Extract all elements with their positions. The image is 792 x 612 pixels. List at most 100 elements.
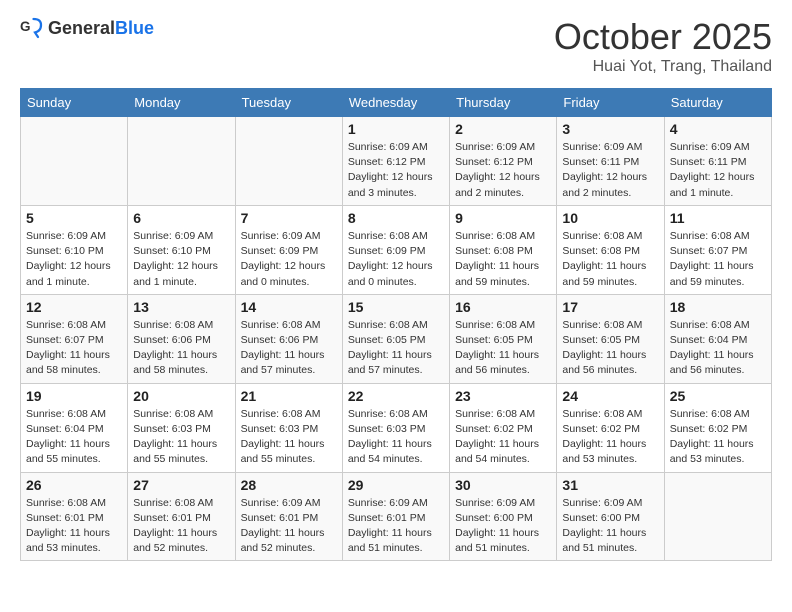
- day-number: 13: [133, 299, 229, 315]
- day-info: Sunrise: 6:09 AMSunset: 6:00 PMDaylight:…: [562, 496, 658, 557]
- day-number: 5: [26, 210, 122, 226]
- weekday-sunday: Sunday: [21, 89, 128, 117]
- day-number: 2: [455, 121, 551, 137]
- day-info: Sunrise: 6:08 AMSunset: 6:03 PMDaylight:…: [241, 407, 337, 468]
- day-number: 14: [241, 299, 337, 315]
- day-number: 8: [348, 210, 444, 226]
- calendar-cell: 18 Sunrise: 6:08 AMSunset: 6:04 PMDayligh…: [664, 294, 771, 383]
- day-number: 18: [670, 299, 766, 315]
- day-info: Sunrise: 6:09 AMSunset: 6:01 PMDaylight:…: [241, 496, 337, 557]
- calendar-cell: 24Sunrise: 6:08 AMSunset: 6:02 PMDayligh…: [557, 383, 664, 472]
- day-number: 30: [455, 477, 551, 493]
- calendar-cell: 1Sunrise: 6:09 AMSunset: 6:12 PMDaylight…: [342, 117, 449, 206]
- day-info: Sunrise: 6:08 AMSunset: 6:07 PMDaylight:…: [670, 229, 766, 290]
- calendar-cell: 9 Sunrise: 6:08 AMSunset: 6:08 PMDaylight…: [450, 205, 557, 294]
- calendar-cell: [21, 117, 128, 206]
- title-section: October 2025 Huai Yot, Trang, Thailand: [554, 16, 772, 76]
- day-info: Sunrise: 6:08 AMSunset: 6:08 PMDaylight:…: [455, 229, 551, 290]
- day-number: 16: [455, 299, 551, 315]
- page-header: G GeneralBlue October 2025 Huai Yot, Tra…: [20, 16, 772, 76]
- day-number: 26: [26, 477, 122, 493]
- calendar-week-4: 19Sunrise: 6:08 AMSunset: 6:04 PMDayligh…: [21, 383, 772, 472]
- calendar-cell: 2 Sunrise: 6:09 AMSunset: 6:12 PMDaylight…: [450, 117, 557, 206]
- logo-icon: G: [20, 16, 44, 40]
- calendar-cell: 16Sunrise: 6:08 AMSunset: 6:05 PMDayligh…: [450, 294, 557, 383]
- calendar-week-3: 12 Sunrise: 6:08 AMSunset: 6:07 PMDayligh…: [21, 294, 772, 383]
- day-number: 17: [562, 299, 658, 315]
- logo-wordmark: GeneralBlue: [48, 18, 154, 39]
- calendar-week-5: 26 Sunrise: 6:08 AMSunset: 6:01 PMDayligh…: [21, 472, 772, 561]
- day-info: Sunrise: 6:08 AMSunset: 6:09 PMDaylight:…: [348, 229, 444, 290]
- calendar-cell: 3 Sunrise: 6:09 AMSunset: 6:11 PMDaylight…: [557, 117, 664, 206]
- day-number: 24: [562, 388, 658, 404]
- calendar-cell: 14Sunrise: 6:08 AMSunset: 6:06 PMDayligh…: [235, 294, 342, 383]
- day-info: Sunrise: 6:08 AMSunset: 6:04 PMDaylight:…: [670, 318, 766, 379]
- day-info: Sunrise: 6:09 AMSunset: 6:10 PMDaylight:…: [26, 229, 122, 290]
- calendar-cell: 19Sunrise: 6:08 AMSunset: 6:04 PMDayligh…: [21, 383, 128, 472]
- day-info: Sunrise: 6:09 AMSunset: 6:12 PMDaylight:…: [348, 140, 444, 201]
- day-info: Sunrise: 6:09 AMSunset: 6:01 PMDaylight:…: [348, 496, 444, 557]
- svg-text:G: G: [20, 19, 31, 34]
- day-info: Sunrise: 6:09 AMSunset: 6:12 PMDaylight:…: [455, 140, 551, 201]
- day-number: 4: [670, 121, 766, 137]
- calendar-cell: 6 Sunrise: 6:09 AMSunset: 6:10 PMDaylight…: [128, 205, 235, 294]
- calendar-cell: 31 Sunrise: 6:09 AMSunset: 6:00 PMDayligh…: [557, 472, 664, 561]
- day-info: Sunrise: 6:09 AMSunset: 6:10 PMDaylight:…: [133, 229, 229, 290]
- calendar-cell: 23 Sunrise: 6:08 AMSunset: 6:02 PMDayligh…: [450, 383, 557, 472]
- day-number: 3: [562, 121, 658, 137]
- calendar-cell: 25Sunrise: 6:08 AMSunset: 6:02 PMDayligh…: [664, 383, 771, 472]
- day-number: 23: [455, 388, 551, 404]
- day-number: 29: [348, 477, 444, 493]
- weekday-header-row: SundayMondayTuesdayWednesdayThursdayFrid…: [21, 89, 772, 117]
- calendar-cell: 26 Sunrise: 6:08 AMSunset: 6:01 PMDayligh…: [21, 472, 128, 561]
- calendar-subtitle: Huai Yot, Trang, Thailand: [554, 58, 772, 76]
- day-number: 22: [348, 388, 444, 404]
- day-number: 11: [670, 210, 766, 226]
- calendar-week-1: 1Sunrise: 6:09 AMSunset: 6:12 PMDaylight…: [21, 117, 772, 206]
- calendar-body: 1Sunrise: 6:09 AMSunset: 6:12 PMDaylight…: [21, 117, 772, 561]
- day-number: 21: [241, 388, 337, 404]
- day-info: Sunrise: 6:08 AMSunset: 6:06 PMDaylight:…: [133, 318, 229, 379]
- calendar-header: SundayMondayTuesdayWednesdayThursdayFrid…: [21, 89, 772, 117]
- calendar-cell: 7 Sunrise: 6:09 AMSunset: 6:09 PMDaylight…: [235, 205, 342, 294]
- day-number: 20: [133, 388, 229, 404]
- day-info: Sunrise: 6:08 AMSunset: 6:05 PMDaylight:…: [348, 318, 444, 379]
- day-number: 12: [26, 299, 122, 315]
- calendar-cell: 5 Sunrise: 6:09 AMSunset: 6:10 PMDaylight…: [21, 205, 128, 294]
- day-info: Sunrise: 6:08 AMSunset: 6:02 PMDaylight:…: [670, 407, 766, 468]
- calendar-cell: 10Sunrise: 6:08 AMSunset: 6:08 PMDayligh…: [557, 205, 664, 294]
- calendar-cell: 4 Sunrise: 6:09 AMSunset: 6:11 PMDaylight…: [664, 117, 771, 206]
- calendar-cell: 17Sunrise: 6:08 AMSunset: 6:05 PMDayligh…: [557, 294, 664, 383]
- day-info: Sunrise: 6:08 AMSunset: 6:07 PMDaylight:…: [26, 318, 122, 379]
- calendar-cell: 22 Sunrise: 6:08 AMSunset: 6:03 PMDayligh…: [342, 383, 449, 472]
- calendar-cell: 13 Sunrise: 6:08 AMSunset: 6:06 PMDayligh…: [128, 294, 235, 383]
- calendar-cell: 12 Sunrise: 6:08 AMSunset: 6:07 PMDayligh…: [21, 294, 128, 383]
- weekday-monday: Monday: [128, 89, 235, 117]
- day-info: Sunrise: 6:09 AMSunset: 6:09 PMDaylight:…: [241, 229, 337, 290]
- day-info: Sunrise: 6:08 AMSunset: 6:02 PMDaylight:…: [455, 407, 551, 468]
- day-number: 10: [562, 210, 658, 226]
- day-info: Sunrise: 6:08 AMSunset: 6:03 PMDaylight:…: [348, 407, 444, 468]
- day-number: 27: [133, 477, 229, 493]
- calendar-cell: 27 Sunrise: 6:08 AMSunset: 6:01 PMDayligh…: [128, 472, 235, 561]
- day-number: 28: [241, 477, 337, 493]
- day-info: Sunrise: 6:08 AMSunset: 6:01 PMDaylight:…: [133, 496, 229, 557]
- day-number: 6: [133, 210, 229, 226]
- day-info: Sunrise: 6:08 AMSunset: 6:03 PMDaylight:…: [133, 407, 229, 468]
- weekday-wednesday: Wednesday: [342, 89, 449, 117]
- day-info: Sunrise: 6:09 AMSunset: 6:11 PMDaylight:…: [562, 140, 658, 201]
- calendar-cell: 20 Sunrise: 6:08 AMSunset: 6:03 PMDayligh…: [128, 383, 235, 472]
- calendar-cell: 8 Sunrise: 6:08 AMSunset: 6:09 PMDaylight…: [342, 205, 449, 294]
- logo-general: General: [48, 18, 115, 38]
- day-number: 9: [455, 210, 551, 226]
- day-info: Sunrise: 6:08 AMSunset: 6:04 PMDaylight:…: [26, 407, 122, 468]
- calendar-cell: 28 Sunrise: 6:09 AMSunset: 6:01 PMDayligh…: [235, 472, 342, 561]
- calendar-title: October 2025: [554, 16, 772, 58]
- weekday-friday: Friday: [557, 89, 664, 117]
- weekday-thursday: Thursday: [450, 89, 557, 117]
- day-info: Sunrise: 6:09 AMSunset: 6:11 PMDaylight:…: [670, 140, 766, 201]
- day-number: 7: [241, 210, 337, 226]
- day-info: Sunrise: 6:08 AMSunset: 6:01 PMDaylight:…: [26, 496, 122, 557]
- weekday-tuesday: Tuesday: [235, 89, 342, 117]
- day-number: 31: [562, 477, 658, 493]
